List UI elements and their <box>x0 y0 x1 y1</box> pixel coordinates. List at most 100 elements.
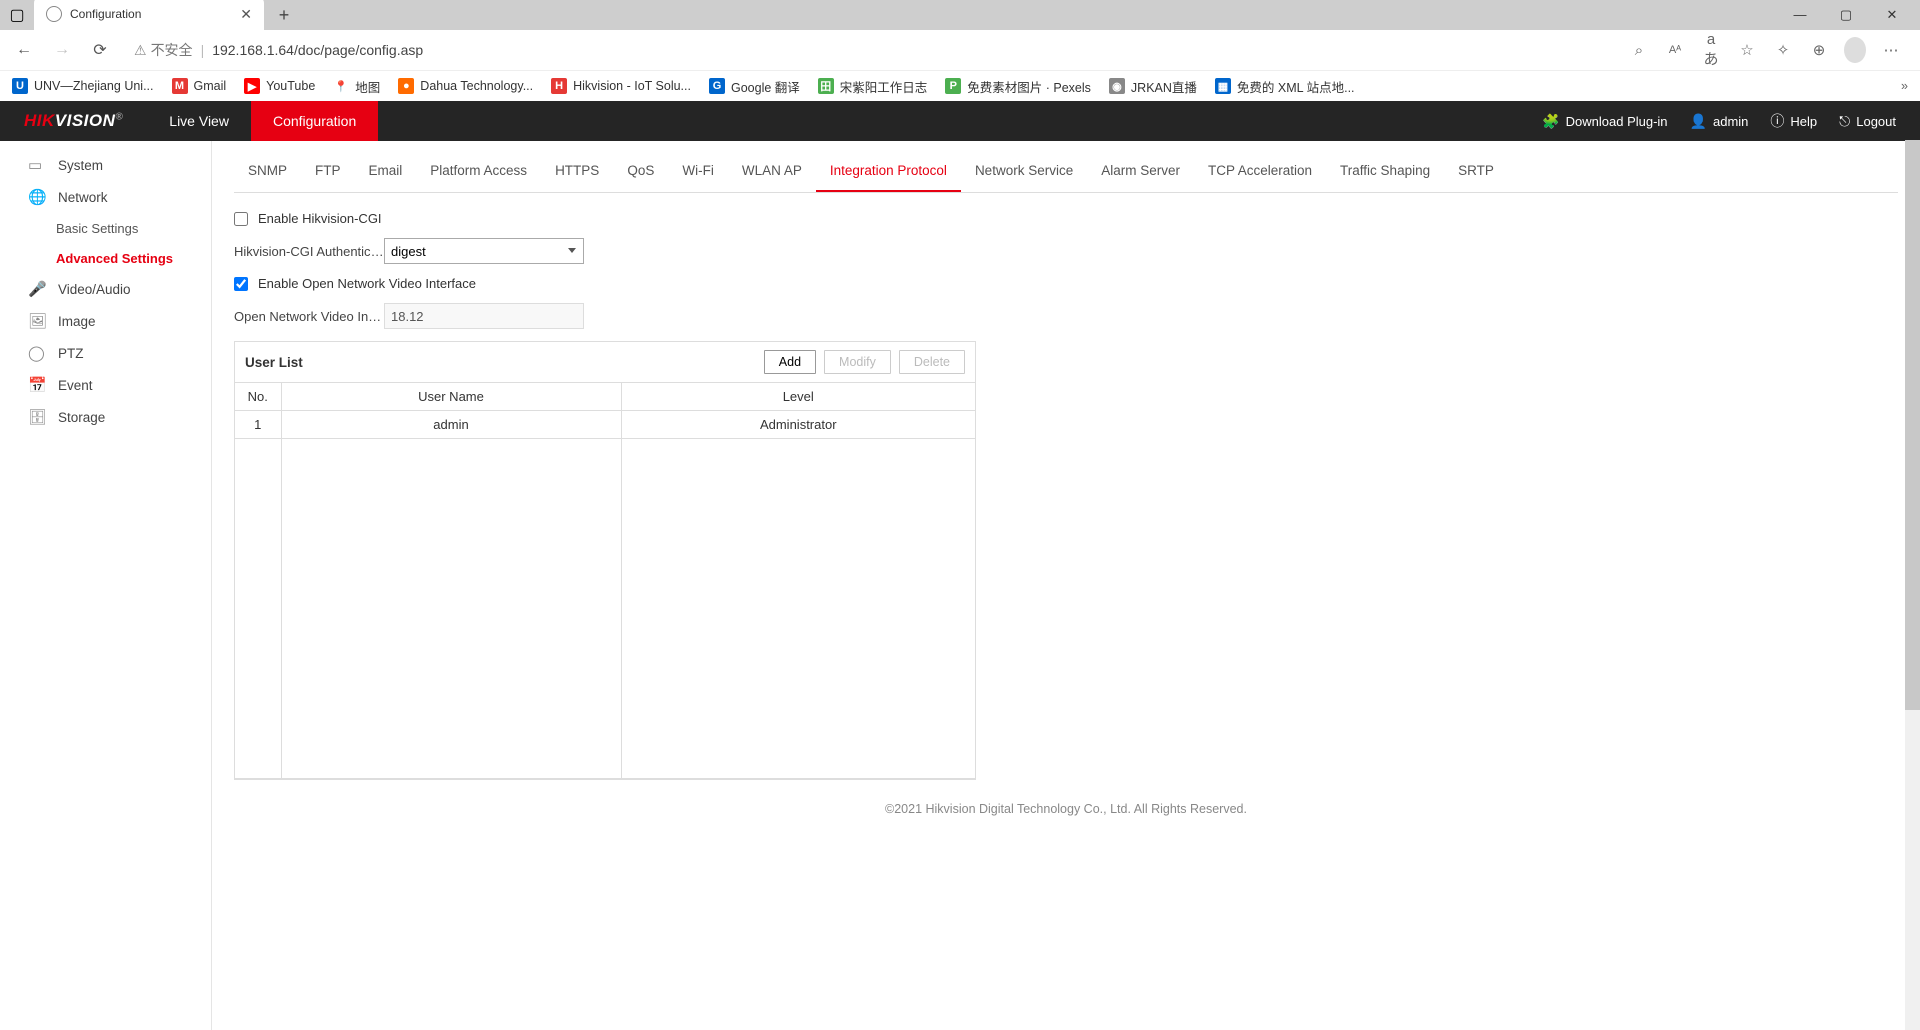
subtab-email[interactable]: Email <box>355 151 417 192</box>
favorite-icon[interactable]: ☆ <box>1736 41 1758 59</box>
header-right: 🧩 Download Plug-in 👤 admin ⓘ Help ⎋ Logo… <box>1542 111 1920 131</box>
col-header-username: User Name <box>281 383 621 411</box>
bookmark-item[interactable]: UUNV—Zhejiang Uni... <box>12 78 154 94</box>
sidebar-icon: 🌐 <box>28 188 46 206</box>
sidebar-item-storage[interactable]: 🗄Storage <box>0 401 211 433</box>
bookmark-item[interactable]: P免费素材图片 · Pexels <box>945 77 1091 96</box>
help-label: Help <box>1790 114 1817 129</box>
download-plugin-link[interactable]: 🧩 Download Plug-in <box>1542 113 1667 130</box>
col-header-level: Level <box>621 383 975 411</box>
bookmark-item[interactable]: 田宋紫阳工作日志 <box>818 77 928 96</box>
translate-icon[interactable]: aあ <box>1700 31 1722 69</box>
profile-avatar[interactable] <box>1844 37 1866 63</box>
collections-icon[interactable]: ⊕ <box>1808 41 1830 59</box>
forward-button[interactable]: → <box>46 34 78 66</box>
bookmark-favicon-icon: H <box>551 78 567 94</box>
subtab-wi-fi[interactable]: Wi-Fi <box>668 151 727 192</box>
more-menu-icon[interactable]: ⋯ <box>1880 41 1902 59</box>
bookmark-item[interactable]: 📍 地图 <box>333 77 380 96</box>
bookmark-item[interactable]: MGmail <box>172 78 227 94</box>
bookmark-favicon-icon: 📍 <box>333 78 349 94</box>
cell-username: admin <box>281 411 621 439</box>
maximize-button[interactable]: ▢ <box>1832 7 1860 23</box>
auth-method-select[interactable]: digest <box>384 238 584 264</box>
sidebar-item-image[interactable]: 🖼Image <box>0 305 211 337</box>
new-tab-button[interactable]: + <box>270 5 298 26</box>
bookmark-favicon-icon: ▦ <box>1215 78 1231 94</box>
sidebar-icon: 🗄 <box>28 408 46 426</box>
bookmark-favicon-icon: ▶ <box>244 78 260 94</box>
enable-cgi-checkbox[interactable] <box>234 212 248 226</box>
sidebar-item-system[interactable]: ▭System <box>0 149 211 181</box>
sidebar-item-network[interactable]: 🌐Network <box>0 181 211 213</box>
sidebar-item-event[interactable]: 📅Event <box>0 369 211 401</box>
topnav-live-view[interactable]: Live View <box>147 101 251 141</box>
subtab-tcp-acceleration[interactable]: TCP Acceleration <box>1194 151 1326 192</box>
bookmark-item[interactable]: ▦ 免费的 XML 站点地... <box>1215 77 1355 96</box>
content-area: SNMPFTPEmailPlatform AccessHTTPSQoSWi-Fi… <box>212 141 1920 1030</box>
subtab-integration-protocol[interactable]: Integration Protocol <box>816 151 961 192</box>
bookmark-label: 免费素材图片 · Pexels <box>967 77 1091 96</box>
subtab-qos[interactable]: QoS <box>613 151 668 192</box>
close-window-button[interactable]: ✕ <box>1878 7 1906 23</box>
subtab-platform-access[interactable]: Platform Access <box>416 151 541 192</box>
browser-tab[interactable]: Configuration ✕ <box>34 0 264 31</box>
sidebar-item-ptz[interactable]: ◯PTZ <box>0 337 211 369</box>
search-in-page-icon[interactable]: ⌕ <box>1628 42 1650 59</box>
integration-form: Enable Hikvision-CGI Hikvision-CGI Authe… <box>234 193 1898 780</box>
subtab-alarm-server[interactable]: Alarm Server <box>1087 151 1194 192</box>
subtab-https[interactable]: HTTPS <box>541 151 613 192</box>
url-field[interactable]: 不安全 | 192.168.1.64/doc/page/config.asp <box>122 35 1622 65</box>
help-link[interactable]: ⓘ Help <box>1770 111 1817 131</box>
topnav-configuration[interactable]: Configuration <box>251 101 378 141</box>
insecure-badge: 不安全 <box>134 40 193 60</box>
add-user-button[interactable]: Add <box>764 350 816 374</box>
footer-copyright: ©2021 Hikvision Digital Technology Co., … <box>234 780 1898 838</box>
bookmark-item[interactable]: HHikvision - IoT Solu... <box>551 78 691 94</box>
bookmarks-overflow-icon[interactable]: » <box>1901 79 1908 93</box>
tab-actions-button[interactable]: ▢ <box>0 0 34 30</box>
sidebar-icon: ▭ <box>28 156 46 174</box>
enable-onvif-label[interactable]: Enable Open Network Video Interface <box>258 276 476 291</box>
bookmark-item[interactable]: ▶YouTube <box>244 78 315 94</box>
favorites-hub-icon[interactable]: ✧ <box>1772 41 1794 59</box>
col-header-no: No. <box>235 383 281 411</box>
subtab-snmp[interactable]: SNMP <box>234 151 301 192</box>
logout-link[interactable]: ⎋ Logout <box>1839 113 1896 130</box>
sidebar-subitem-advanced-settings[interactable]: Advanced Settings <box>0 243 211 273</box>
vertical-scrollbar[interactable] <box>1905 140 1920 1030</box>
subtab-wlan-ap[interactable]: WLAN AP <box>728 151 816 192</box>
read-aloud-icon[interactable]: Aᴬ <box>1664 44 1686 56</box>
url-text: 192.168.1.64/doc/page/config.asp <box>212 42 423 58</box>
subtab-srtp[interactable]: SRTP <box>1444 151 1508 192</box>
enable-cgi-label[interactable]: Enable Hikvision-CGI <box>258 211 382 226</box>
bookmark-label: 免费的 XML 站点地... <box>1237 77 1355 96</box>
modify-user-button: Modify <box>824 350 891 374</box>
scrollbar-thumb[interactable] <box>1905 140 1920 710</box>
bookmark-label: JRKAN直播 <box>1131 77 1197 96</box>
sidebar: ▭System🌐NetworkBasic SettingsAdvanced Se… <box>0 141 212 1030</box>
back-button[interactable]: ← <box>8 34 40 66</box>
sub-tabs: SNMPFTPEmailPlatform AccessHTTPSQoSWi-Fi… <box>234 151 1898 193</box>
delete-user-button: Delete <box>899 350 965 374</box>
sidebar-item-video-audio[interactable]: 🎤Video/Audio <box>0 273 211 305</box>
bookmark-item[interactable]: GGoogle 翻译 <box>709 77 800 96</box>
browser-chrome: ▢ Configuration ✕ + — ▢ ✕ ← → ⟳ 不安全 | 19… <box>0 0 1920 101</box>
minimize-button[interactable]: — <box>1786 7 1814 23</box>
refresh-button[interactable]: ⟳ <box>84 34 116 66</box>
bookmark-label: 地图 <box>355 77 380 96</box>
enable-onvif-checkbox[interactable] <box>234 277 248 291</box>
browser-titlebar: ▢ Configuration ✕ + — ▢ ✕ <box>0 0 1920 30</box>
current-user[interactable]: 👤 admin <box>1690 113 1749 130</box>
bookmark-item[interactable]: ◉JRKAN直播 <box>1109 77 1197 96</box>
cell-no: 1 <box>235 411 281 439</box>
subtab-network-service[interactable]: Network Service <box>961 151 1087 192</box>
cell-level: Administrator <box>621 411 975 439</box>
sidebar-icon: 🖼 <box>28 312 46 330</box>
bookmark-item[interactable]: ●Dahua Technology... <box>398 78 533 94</box>
tab-close-button[interactable]: ✕ <box>240 6 252 23</box>
subtab-traffic-shaping[interactable]: Traffic Shaping <box>1326 151 1444 192</box>
table-row[interactable]: 1adminAdministrator <box>235 411 975 439</box>
subtab-ftp[interactable]: FTP <box>301 151 355 192</box>
sidebar-subitem-basic-settings[interactable]: Basic Settings <box>0 213 211 243</box>
